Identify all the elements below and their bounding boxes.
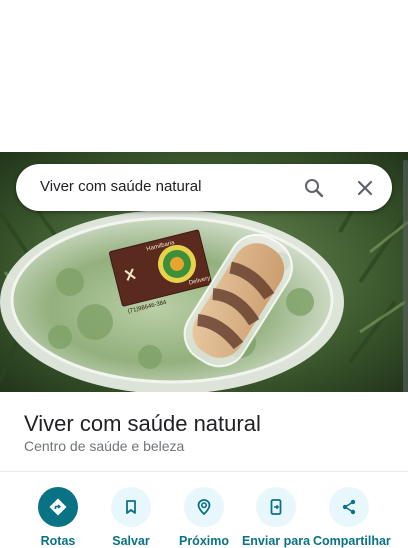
- search-bar[interactable]: Viver com saúde natural: [16, 164, 392, 211]
- scrollbar[interactable]: [403, 160, 408, 430]
- directions-button[interactable]: Rotas: [22, 487, 94, 548]
- nearby-icon: [184, 487, 224, 527]
- place-title: Viver com saúde natural: [24, 411, 261, 436]
- close-icon[interactable]: [353, 176, 377, 200]
- send-to-phone-button[interactable]: Enviar para: [240, 487, 312, 548]
- save-label: Salvar: [112, 534, 150, 548]
- action-bar: Rotas Salvar Próximo Enviar para Compart…: [0, 487, 408, 548]
- divider: [0, 471, 408, 472]
- share-label: Compartilhar: [313, 534, 391, 548]
- send-to-phone-label: Enviar para: [241, 534, 311, 548]
- nearby-button[interactable]: Próximo: [168, 487, 240, 548]
- place-category: Centro de saúde e beleza: [24, 438, 185, 454]
- nearby-label: Próximo: [178, 534, 229, 548]
- save-button[interactable]: Salvar: [95, 487, 167, 548]
- place-info-panel: Viver com saúde natural Centro de saúde …: [0, 392, 408, 548]
- directions-icon: [38, 487, 78, 527]
- search-icon[interactable]: [302, 176, 326, 200]
- share-button[interactable]: Compartilhar: [313, 487, 391, 548]
- blank-top-area: [0, 0, 408, 152]
- bookmark-icon: [111, 487, 151, 527]
- share-icon: [329, 487, 369, 527]
- directions-label: Rotas: [40, 534, 76, 548]
- send-to-phone-icon: [256, 487, 296, 527]
- search-input[interactable]: Viver com saúde natural: [40, 178, 201, 195]
